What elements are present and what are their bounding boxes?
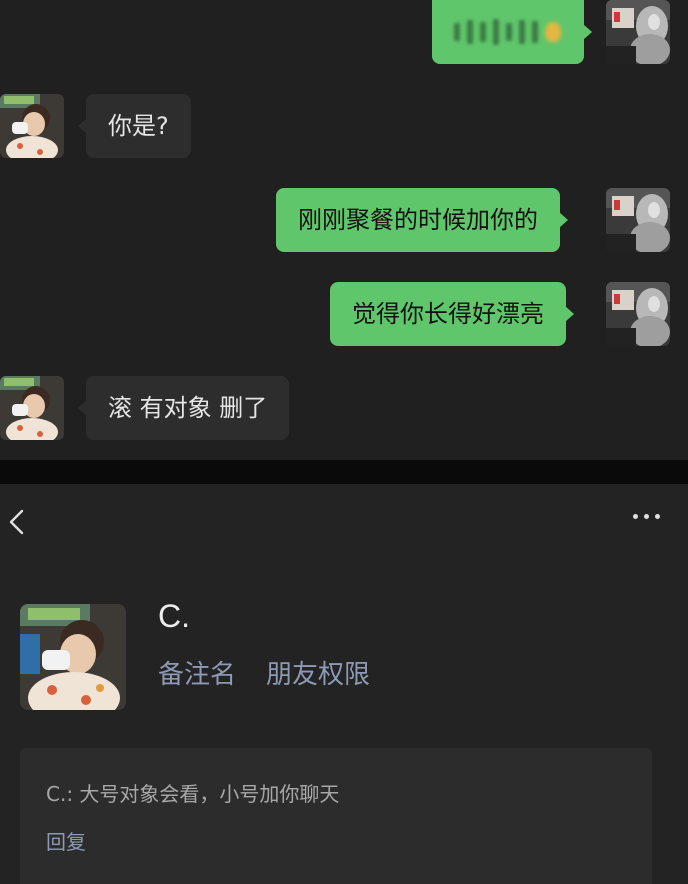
message-bubble-outgoing[interactable]: 觉得你长得好漂亮 <box>330 282 574 346</box>
message-text: 觉得你长得好漂亮 <box>352 300 544 328</box>
profile-avatar-icon <box>20 604 126 710</box>
message-text: 你是? <box>108 112 169 140</box>
message-bubble-outgoing[interactable]: 刚刚聚餐的时候加你的 <box>276 188 568 252</box>
avatar-contact[interactable] <box>0 376 64 440</box>
avatar-self[interactable] <box>606 188 670 252</box>
profile-links: 备注名 朋友权限 <box>158 654 370 691</box>
chevron-left-icon[interactable] <box>6 508 28 536</box>
message-text: 滚 有对象 删了 <box>108 394 268 422</box>
message-bubble-outgoing[interactable] <box>432 0 592 64</box>
avatar-contact-icon <box>0 94 64 158</box>
profile-avatar[interactable] <box>20 604 126 710</box>
section-divider <box>0 460 688 484</box>
screenshot-frame: 你是? 刚刚聚餐的时候加你的 觉得你长得好漂亮 滚 有对象 删了 C. 备注名 … <box>0 0 688 884</box>
comment-text: C.: 大号对象会看，小号加你聊天 <box>46 782 340 806</box>
contact-profile-view: C. 备注名 朋友权限 C.: 大号对象会看，小号加你聊天 回复 <box>0 484 688 884</box>
chat-view: 你是? 刚刚聚餐的时候加你的 觉得你长得好漂亮 滚 有对象 删了 <box>0 0 688 460</box>
avatar-self[interactable] <box>606 0 670 64</box>
avatar-contact-icon <box>0 376 64 440</box>
avatar-self-icon <box>606 282 670 346</box>
message-text: 刚刚聚餐的时候加你的 <box>298 206 538 234</box>
comment-card: C.: 大号对象会看，小号加你聊天 回复 <box>20 748 652 884</box>
avatar-self-icon <box>606 0 670 64</box>
reply-link[interactable]: 回复 <box>46 826 86 855</box>
contact-name: C. <box>158 598 190 634</box>
message-bubble-incoming[interactable]: 滚 有对象 删了 <box>77 376 290 440</box>
avatar-self[interactable] <box>606 282 670 346</box>
remark-name-link[interactable]: 备注名 <box>158 654 236 691</box>
friend-permission-link[interactable]: 朋友权限 <box>266 654 370 691</box>
more-dots-icon[interactable] <box>633 514 660 519</box>
message-bubble-incoming[interactable]: 你是? <box>78 94 191 158</box>
redacted-text <box>454 18 561 46</box>
avatar-self-icon <box>606 188 670 252</box>
avatar-contact[interactable] <box>0 94 64 158</box>
